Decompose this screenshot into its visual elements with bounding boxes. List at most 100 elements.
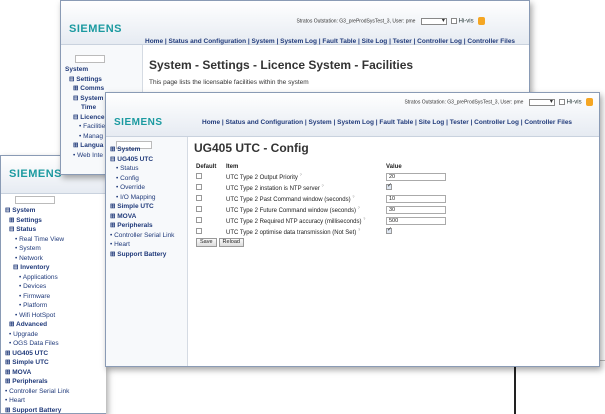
config-table: Default Item Value UTC Type 2 Output Pri… (194, 163, 448, 248)
help-icon[interactable]: ? (321, 183, 323, 188)
front-tree: ⊞ System ⊟ UG405 UTC • Status • Config •… (110, 145, 174, 259)
tree-item-applications[interactable]: • Applications (5, 273, 69, 283)
tree-item-label: OGS Data Files (13, 340, 59, 347)
tree-item-config[interactable]: • Config (110, 174, 174, 184)
help-icon[interactable]: ? (358, 205, 360, 210)
save-button[interactable]: Save (196, 238, 217, 247)
tree-item-controller-serial-link[interactable]: • Controller Serial Link (5, 387, 69, 397)
tree-item-ogs-data-files[interactable]: • OGS Data Files (5, 339, 69, 349)
value-input[interactable]: 30 (386, 205, 446, 214)
lock-icon[interactable] (478, 17, 485, 25)
tree-item-label: Heart (9, 397, 25, 404)
tree-item-label: Network (19, 254, 43, 262)
front-header: SIEMENS Stratos Outstation: G3_preProdSy… (106, 93, 599, 137)
value-input[interactable]: 500 (386, 216, 446, 225)
user-select[interactable] (420, 17, 447, 25)
help-icon[interactable]: ? (352, 194, 354, 199)
tree-item-controller-serial-link[interactable]: • Controller Serial Link (110, 231, 174, 241)
tree-item-mova[interactable]: ⊞ MOVA (110, 212, 174, 222)
window-edge-line (514, 360, 516, 414)
tree-item-label: Status (16, 226, 37, 233)
tree-item-simple-utc[interactable]: ⊞ Simple UTC (5, 358, 69, 368)
tree-item-devices[interactable]: • Devices (5, 282, 69, 292)
default-checkbox[interactable] (196, 216, 202, 223)
hivis-checkbox[interactable] (451, 18, 458, 24)
default-checkbox[interactable] (196, 194, 202, 201)
tree-item-advanced[interactable]: ⊞ Advanced (5, 320, 69, 330)
value-checkbox[interactable] (386, 226, 392, 234)
tree-item-support-battery[interactable]: ⊞ Support Battery (5, 406, 69, 414)
value-input[interactable]: 10 (386, 194, 446, 203)
tree-item-firmware[interactable]: • Firmware (5, 292, 69, 302)
tree-item-ug405-utc[interactable]: ⊞ UG405 UTC (5, 349, 69, 359)
tree-item-wifi-hotspot[interactable]: • Wifi HotSpot (5, 311, 69, 321)
search-input[interactable] (15, 196, 55, 204)
tree-item-system[interactable]: ⊞ System (110, 145, 174, 155)
tree-item-upgrade[interactable]: • Upgrade (5, 330, 69, 340)
tree-item-heart[interactable]: • Heart (5, 396, 69, 406)
siemens-logo: SIEMENS (69, 23, 123, 35)
tree-item-inventory[interactable]: ⊟ Inventory (5, 263, 69, 273)
item-label: UTC Type 2 Output Priority (226, 175, 298, 181)
default-checkbox[interactable] (196, 227, 202, 234)
back-header: SIEMENS Stratos Outstation: G3_preProdSy… (61, 1, 529, 45)
table-row: UTC Type 2 optimise data transmission (N… (194, 226, 448, 237)
tree-item-status[interactable]: • Status (110, 164, 174, 174)
tree-item-label: Settings (16, 216, 42, 224)
tree-item-status[interactable]: ⊟ Status (5, 225, 69, 235)
item-cell: UTC Type 2 Required NTP accuracy (millis… (224, 215, 384, 226)
tree-item-system[interactable]: System (65, 65, 126, 75)
table-row: UTC Type 2 Output Priority ? 20 (194, 171, 448, 182)
nav-bar[interactable]: Home | Status and Configuration | System… (145, 38, 515, 45)
tree-item-label: Controller Serial Link (9, 387, 70, 395)
tree-item-label: Licence (80, 113, 105, 121)
default-checkbox[interactable] (196, 205, 202, 212)
help-icon[interactable]: ? (358, 227, 360, 232)
lock-icon[interactable] (586, 98, 593, 106)
column-header-value: Value (386, 164, 402, 170)
tree-item-network[interactable]: • Network (5, 254, 69, 264)
siemens-logo: SIEMENS (9, 168, 63, 180)
tree-item-label: Peripherals (117, 222, 153, 229)
tree-item-ug405[interactable]: ⊟ UG405 UTC (110, 155, 174, 165)
left-tree: ⊟ System ⊞ Settings ⊟ Status • Real Time… (5, 206, 69, 414)
tree-item-real-time-view[interactable]: • Real Time View (5, 235, 69, 245)
tree-item-mova[interactable]: ⊞ MOVA (5, 368, 69, 378)
tree-item-system[interactable]: ⊟ System (5, 206, 69, 216)
default-checkbox[interactable] (196, 183, 202, 190)
tree-item-peripherals[interactable]: ⊞ Peripherals (5, 377, 69, 387)
tree-item-label: System (19, 245, 41, 252)
value-checkbox[interactable] (386, 182, 392, 190)
help-icon[interactable]: ? (300, 172, 302, 177)
tree-item-settings[interactable]: ⊞ Settings (5, 216, 69, 226)
hivis-checkbox[interactable] (559, 99, 566, 105)
value-input[interactable]: 20 (386, 172, 446, 181)
tree-item-support-battery[interactable]: ⊞ Support Battery (110, 250, 174, 260)
tree-item-system-status[interactable]: • System (5, 244, 69, 254)
item-cell: UTC Type 2 instation is NTP server ? (224, 182, 384, 193)
reload-button[interactable]: Reload (218, 238, 244, 247)
user-select[interactable] (528, 98, 555, 106)
tree-item-label: Wifi HotSpot (19, 311, 56, 319)
tree-item-peripherals[interactable]: ⊞ Peripherals (110, 221, 174, 231)
item-cell: UTC Type 2 Output Priority ? (224, 171, 384, 182)
nav-bar[interactable]: Home | Status and Configuration | System… (202, 119, 572, 126)
tree-item-label: Simple UTC (117, 203, 154, 210)
default-checkbox[interactable] (196, 172, 202, 179)
tree-item-platform[interactable]: • Platform (5, 301, 69, 311)
tree-item-io-mapping[interactable]: • I/O Mapping (110, 193, 174, 203)
tree-item-label: Langua (80, 142, 104, 149)
tree-item-label: Peripherals (12, 378, 48, 385)
tree-item-simple-utc[interactable]: ⊞ Simple UTC (110, 202, 174, 212)
search-input[interactable] (75, 55, 105, 63)
tree-item-label: Real Time View (19, 235, 65, 243)
tree-item-settings[interactable]: ⊟ Settings (65, 75, 126, 85)
help-icon[interactable]: ? (363, 216, 365, 221)
tree-item-label: Platform (23, 302, 48, 309)
tree-item-label: Devices (23, 283, 47, 290)
tree-item-heart[interactable]: • Heart (110, 240, 174, 250)
back-page-title: System - Settings - Licence System - Fac… (149, 58, 414, 72)
tree-item-label: System (117, 146, 141, 153)
tree-item-label: Config (120, 174, 139, 182)
tree-item-override[interactable]: • Override (110, 183, 174, 193)
